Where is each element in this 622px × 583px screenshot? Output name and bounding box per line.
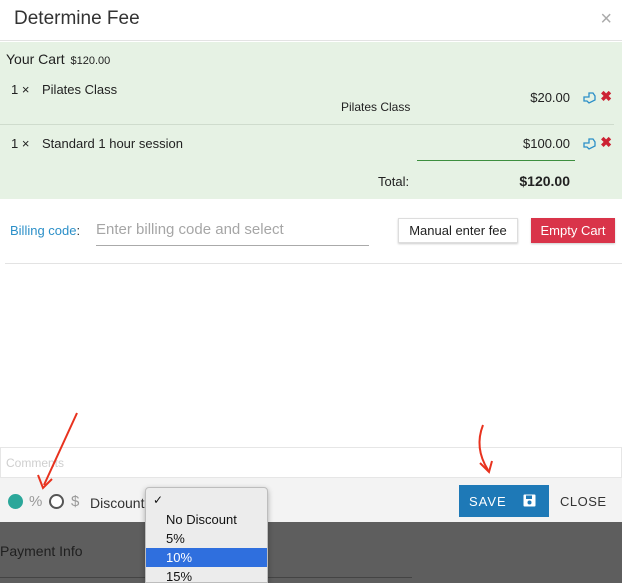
item-name: Pilates Class [42,82,118,97]
manual-enter-fee-button[interactable]: Manual enter fee [398,218,518,243]
item-quantity: 1 × [11,136,30,151]
modal-backdrop [0,522,622,583]
discount-option-selected[interactable]: 10% [146,548,267,567]
billing-code-input[interactable] [96,214,369,246]
comments-input[interactable] [0,447,622,478]
row-separator [0,124,614,125]
discount-dropdown[interactable]: ✓ No Discount 5% 10% 15% [145,487,268,583]
close-button[interactable]: CLOSE [560,494,607,509]
item-quantity: 1 × [11,82,30,97]
percent-radio[interactable] [8,494,23,509]
cart-title: Your Cart [6,51,65,67]
save-label: SAVE [469,493,507,509]
discount-option[interactable]: 5% [146,529,267,548]
cart-item-row: 1 × Standard 1 hour session $100.00 ✖ [0,135,622,158]
delete-icon[interactable]: ✖ [600,89,612,103]
edit-icon[interactable] [583,137,596,150]
item-price: $100.00 [523,136,570,151]
empty-cart-button[interactable]: Empty Cart [531,218,615,243]
dollar-radio[interactable] [49,494,64,509]
delete-icon[interactable]: ✖ [600,135,612,149]
edit-icon[interactable] [583,91,596,104]
determine-fee-modal: Determine Fee × Your Cart $120.00 1 × Pi… [0,0,622,522]
cart-heading: Your Cart $120.00 [6,51,110,67]
checkmark-icon: ✓ [153,493,164,507]
percent-symbol: % [29,493,43,510]
total-value: $120.00 [519,173,570,189]
close-icon[interactable]: × [600,8,612,30]
item-name: Standard 1 hour session [42,136,183,151]
item-subtitle: Pilates Class [341,100,411,114]
cart-item-row: 1 × Pilates Class Pilates Class $20.00 ✖ [0,82,622,122]
discount-option[interactable]: 15% [146,567,267,582]
dollar-symbol: $ [71,493,80,510]
modal-header: Determine Fee × [0,0,622,41]
billing-code-label-text: Billing code [10,223,77,238]
section-divider [5,263,622,264]
cart-panel: Your Cart $120.00 1 × Pilates Class Pila… [0,42,622,199]
floppy-disk-icon [523,494,536,507]
item-price: $20.00 [530,90,570,105]
modal-title: Determine Fee [14,8,140,29]
discount-option[interactable]: No Discount [146,510,267,529]
payment-info-label: Payment Info [0,543,83,559]
total-underline [417,160,575,161]
discount-label: Discount [90,495,145,511]
billing-code-colon: : [76,223,81,238]
cart-heading-total: $120.00 [70,55,111,67]
total-label: Total: [378,174,410,189]
billing-code-label: Billing code: [10,223,80,238]
